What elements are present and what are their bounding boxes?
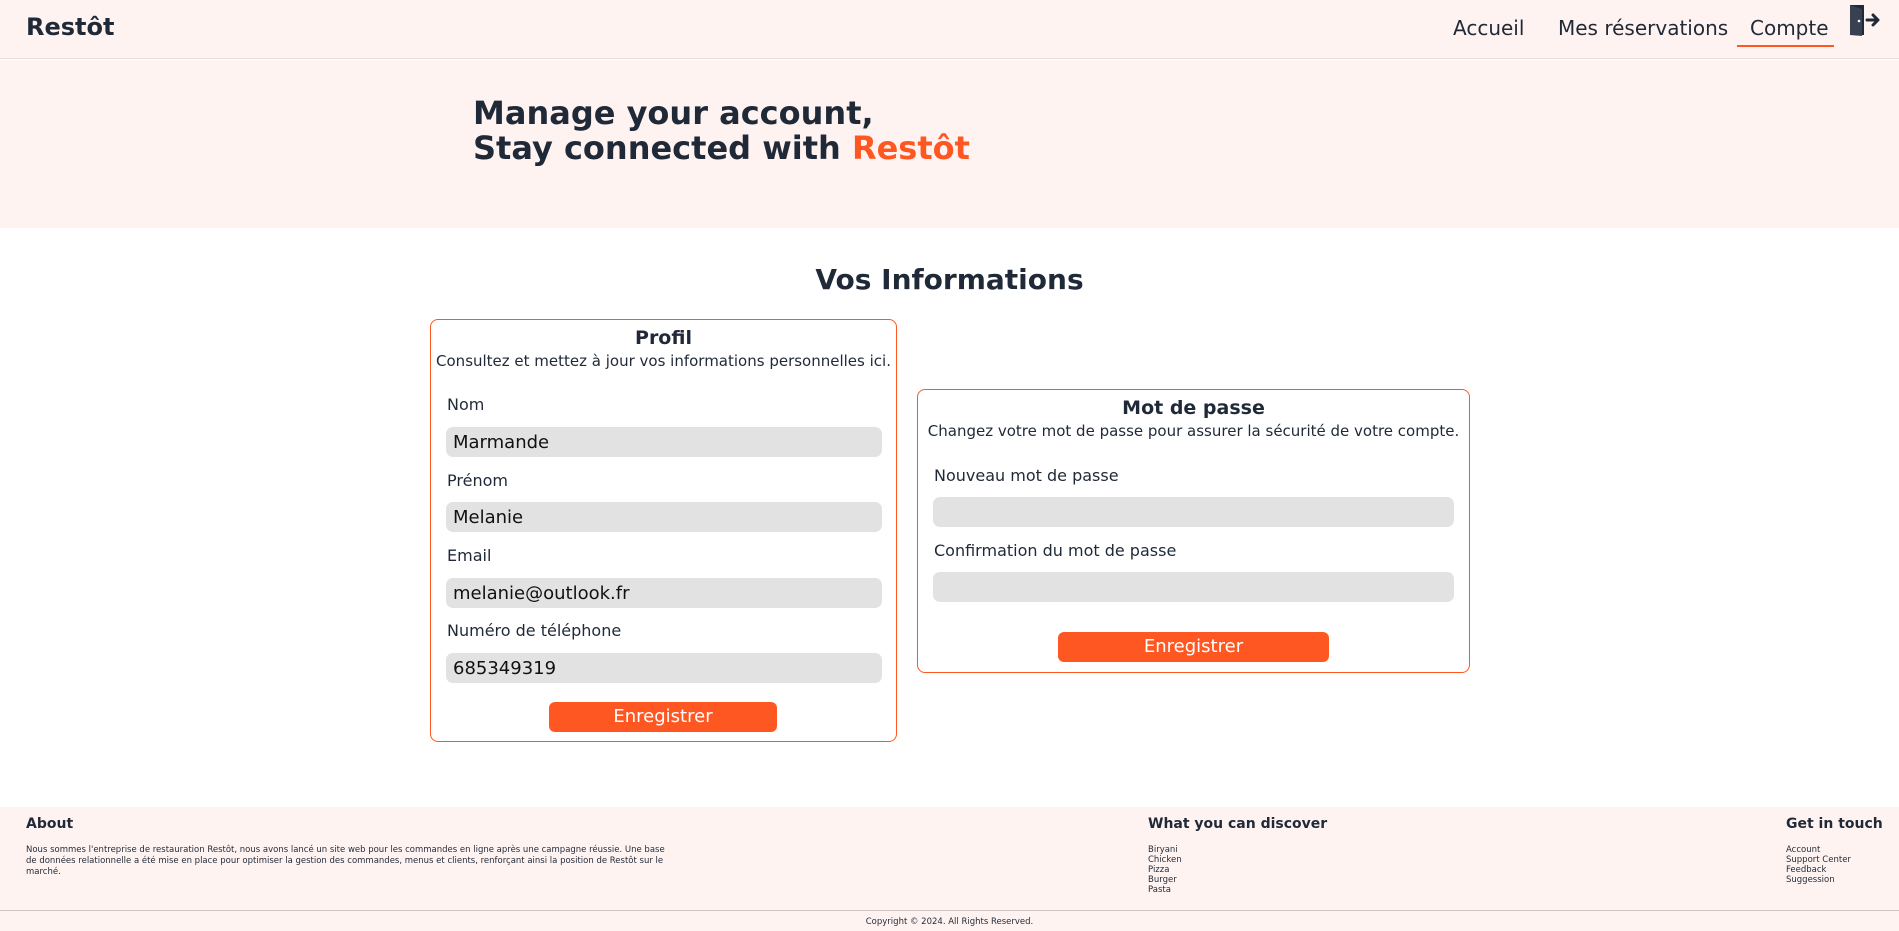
footer-discover-item[interactable]: Pasta — [1148, 885, 1182, 895]
footer-about-text: Nous sommes l'entreprise de restauration… — [26, 845, 665, 877]
hero-heading-line1: Manage your account, — [473, 94, 874, 132]
logout-door-icon[interactable] — [1848, 3, 1880, 37]
profile-card-title: Profil — [635, 327, 692, 349]
footer-discover-item[interactable]: Biryani — [1148, 845, 1182, 855]
active-nav-indicator — [1737, 45, 1834, 47]
hero-brand-accent: Restôt — [851, 129, 970, 167]
phone-field[interactable] — [446, 653, 882, 683]
footer-contact-item[interactable]: Suggession — [1786, 875, 1851, 885]
footer-discover-item[interactable]: Burger — [1148, 875, 1182, 885]
profile-card-subtitle: Consultez et mettez à jour vos informati… — [436, 352, 891, 370]
nom-field[interactable] — [446, 427, 882, 457]
password-card-subtitle: Changez votre mot de passe pour assurer … — [927, 422, 1460, 440]
brand-logo[interactable]: Restôt — [26, 13, 114, 41]
footer: About Nous sommes l'entreprise de restau… — [0, 807, 1899, 931]
nav-link-reservations[interactable]: Mes réservations — [1558, 16, 1728, 40]
footer-discover-item[interactable]: Pizza — [1148, 865, 1182, 875]
password-save-button[interactable]: Enregistrer — [1058, 632, 1329, 662]
email-label: Email — [447, 546, 492, 565]
new-password-field[interactable] — [933, 497, 1454, 527]
profile-save-button[interactable]: Enregistrer — [549, 702, 777, 732]
hero-banner: Manage your account, Stay connected with… — [0, 60, 1899, 228]
password-card: Mot de passe Changez votre mot de passe … — [917, 389, 1470, 673]
top-navbar: Restôt Accueil Mes réservations Compte — [0, 0, 1899, 59]
hero-heading-line2: Stay connected with Restôt — [473, 129, 970, 167]
email-field[interactable] — [446, 578, 882, 608]
phone-label: Numéro de téléphone — [447, 621, 622, 640]
footer-divider — [0, 910, 1899, 911]
footer-contact-item[interactable]: Account — [1786, 845, 1851, 855]
hero-heading-prefix: Stay connected with — [473, 129, 852, 167]
nav-link-accueil[interactable]: Accueil — [1453, 16, 1524, 40]
footer-about-title: About — [26, 816, 74, 832]
footer-contact-item[interactable]: Feedback — [1786, 865, 1851, 875]
prenom-field[interactable] — [446, 502, 882, 532]
profile-card: Profil Consultez et mettez à jour vos in… — [430, 319, 897, 742]
footer-discover-item[interactable]: Chicken — [1148, 855, 1182, 865]
confirm-password-field[interactable] — [933, 572, 1454, 602]
prenom-label: Prénom — [447, 471, 508, 490]
confirm-password-label: Confirmation du mot de passe — [934, 541, 1177, 560]
copyright-text: Copyright © 2024. All Rights Reserved. — [865, 917, 1034, 927]
footer-contact-item[interactable]: Support Center — [1786, 855, 1851, 865]
new-password-label: Nouveau mot de passe — [934, 466, 1119, 485]
footer-contact-title: Get in touch — [1786, 816, 1883, 832]
page-title: Vos Informations — [815, 263, 1084, 296]
footer-discover-title: What you can discover — [1148, 816, 1328, 832]
footer-discover-list: Biryani Chicken Pizza Burger Pasta — [1148, 845, 1182, 895]
password-card-title: Mot de passe — [1122, 397, 1265, 419]
nom-label: Nom — [447, 395, 485, 414]
footer-contact-list: Account Support Center Feedback Suggessi… — [1786, 845, 1851, 885]
nav-link-compte[interactable]: Compte — [1750, 16, 1829, 40]
